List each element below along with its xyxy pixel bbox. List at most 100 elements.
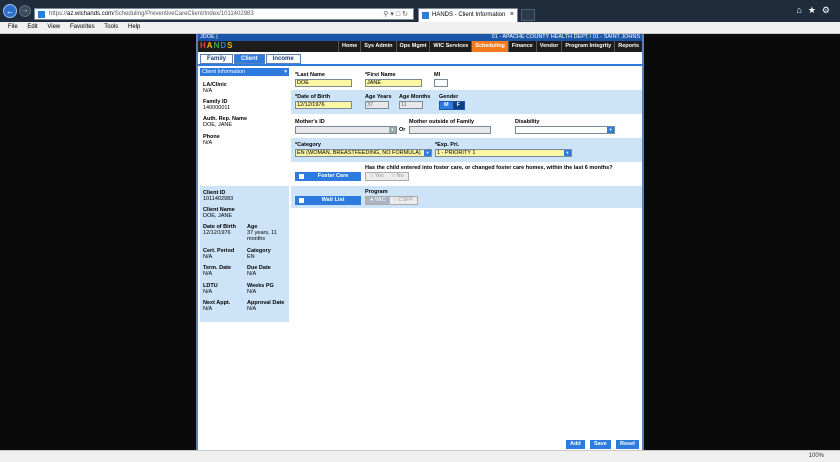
menu-file[interactable]: File: [8, 24, 18, 30]
sidebar-client-section: Client ID 1011402983 Client Name DOE, JANE…: [200, 186, 289, 322]
or-label: Or: [399, 127, 406, 133]
sidebar-ldtu: LDTU N/A: [203, 283, 218, 295]
nav-scheduling[interactable]: Scheduling: [471, 41, 508, 52]
age-months-label: Age Months: [399, 94, 431, 100]
menu-edit[interactable]: Edit: [27, 24, 37, 30]
menu-help[interactable]: Help: [128, 24, 140, 30]
age-years-label: Age Years: [365, 94, 392, 100]
sidebar-age: Age 37 years, 11 months: [247, 224, 277, 242]
window-controls[interactable]: ⌂★⚙: [796, 5, 836, 16]
save-button[interactable]: Save: [590, 440, 611, 449]
tab-family[interactable]: Family: [200, 54, 234, 64]
foster-yes-no-toggle: ○ Yes ○ No: [365, 172, 409, 181]
gender-toggle: M F: [439, 101, 465, 110]
program-wic-option[interactable]: ● WIC: [366, 197, 390, 204]
forward-arrow-icon[interactable]: →: [19, 5, 31, 17]
category-select[interactable]: EN (WOMAN, BREASTFEEDING, NO FORMULA) ▼: [295, 149, 432, 157]
chevron-down-icon: ▼: [607, 127, 614, 133]
sidebar-cert-period: Cert. Period N/A: [203, 248, 235, 260]
back-arrow-icon[interactable]: ←: [3, 4, 17, 18]
new-tab-button[interactable]: [521, 9, 535, 21]
home-icon: ⌂: [796, 5, 808, 15]
gender-f-option[interactable]: F: [452, 102, 464, 109]
exp-pri-label: *Exp. Pri.: [435, 142, 460, 148]
age-months-input[interactable]: 11: [399, 101, 423, 109]
mi-label: MI: [434, 72, 441, 78]
reset-button[interactable]: Reset: [616, 440, 639, 449]
foster-no-option[interactable]: ○ No: [387, 173, 408, 180]
category-label: *Category: [295, 142, 321, 148]
sidebar-next-appt: Next Appt. N/A: [203, 300, 231, 312]
sidebar-due-date: Due Date N/A: [247, 265, 271, 277]
gender-m-option[interactable]: M: [440, 102, 453, 109]
address-url: https://az.wichands.com/Scheduling/Preve…: [49, 11, 254, 17]
foster-yes-option[interactable]: ○ Yes: [366, 173, 388, 180]
search-icon: ⚲: [383, 11, 391, 18]
address-bar[interactable]: https://az.wichands.com/Scheduling/Preve…: [34, 8, 414, 20]
disability-label: Disability: [515, 119, 540, 125]
nav-reports[interactable]: Reports: [614, 41, 642, 52]
sidebar-approval-date: Approval Date N/A: [247, 300, 285, 312]
sidebar-la-clinic: LA/Clinic N/A: [203, 82, 227, 94]
disability-select[interactable]: ▼: [515, 126, 615, 134]
program-csfp-option[interactable]: ○ CSFP: [389, 197, 418, 204]
gender-label: Gender: [439, 94, 459, 100]
first-name-input[interactable]: JANE: [365, 79, 422, 87]
sidebar-phone: Phone N/A: [203, 134, 220, 146]
wait-list-checkbox[interactable]: Wait List: [295, 196, 361, 205]
refresh-icon: ↻: [402, 11, 410, 18]
tab-income[interactable]: Income: [265, 54, 301, 64]
nav-wic-services[interactable]: WIC Services: [429, 41, 471, 52]
main-nav-bar: HANDS Home Sys Admin Ops Mgmt WIC Servic…: [198, 41, 642, 52]
menu-tools[interactable]: Tools: [104, 24, 118, 30]
foster-care-checkbox[interactable]: Foster Care: [295, 172, 361, 181]
nav-finance[interactable]: Finance: [507, 41, 536, 52]
sidebar-term-date: Term. Date N/A: [203, 265, 232, 277]
exp-pri-select[interactable]: 1 - PRIORITY 1 ▼: [435, 149, 572, 157]
mother-outside-label: Mother outside of Family: [409, 119, 475, 125]
hands-app: JDOE | 01 - APACHE COUNTY HEALTH DEPT / …: [196, 34, 644, 450]
close-tab-icon[interactable]: ×: [510, 11, 514, 18]
dob-input[interactable]: 12/12/1976: [295, 101, 352, 109]
tab-client[interactable]: Client: [234, 54, 265, 64]
chevron-down-icon: ▼: [564, 150, 571, 156]
nav-home[interactable]: Home: [338, 41, 360, 52]
nav-vendor[interactable]: Vendor: [535, 41, 562, 52]
user-label: JDOE |: [200, 34, 218, 40]
browser-statusbar: 100%: [0, 450, 840, 462]
chevron-down-icon: ▼: [389, 127, 396, 133]
nav-ops-mgmt[interactable]: Ops Mgmt: [395, 41, 430, 52]
age-years-input[interactable]: 37: [365, 101, 389, 109]
browser-chrome: ← → https://az.wichands.com/Scheduling/P…: [0, 0, 840, 34]
program-label: Program: [365, 189, 388, 195]
last-name-input[interactable]: DOE: [295, 79, 352, 87]
gear-icon: ⚙: [821, 5, 836, 15]
sidebar-auth-rep: Auth. Rep. Name DOE, JANE: [203, 116, 248, 128]
address-actions[interactable]: ⚲▾□↻: [383, 10, 410, 18]
sidebar-category: Category EN: [247, 248, 271, 260]
zoom-level[interactable]: 100%: [809, 453, 824, 459]
sidebar-family-id: Family ID 140000011: [203, 99, 231, 111]
sidebar-dob: Date of Birth 12/12/1976: [203, 224, 236, 236]
nav-program-integrity[interactable]: Program Integrity: [561, 41, 614, 52]
chevron-down-icon: ▼: [424, 150, 431, 156]
browser-menubar: File Edit View Favorites Tools Help: [0, 22, 840, 34]
agency-clinic-label: 01 - APACHE COUNTY HEALTH DEPT / 01 - SA…: [491, 34, 640, 40]
first-name-label: *First Name: [365, 72, 396, 78]
sidebar-client-name: Client Name DOE, JANE: [203, 207, 235, 219]
nav-sys-admin[interactable]: Sys Admin: [360, 41, 395, 52]
browser-tab[interactable]: HANDS - Client Information ×: [418, 8, 518, 22]
add-button[interactable]: Add: [566, 440, 585, 449]
main-nav: Home Sys Admin Ops Mgmt WIC Services Sch…: [338, 41, 642, 52]
mothers-id-select[interactable]: ▼: [295, 126, 397, 134]
menu-favorites[interactable]: Favorites: [70, 24, 95, 30]
sidebar-header[interactable]: Client Information ▾: [200, 68, 289, 76]
menu-view[interactable]: View: [47, 24, 60, 30]
sidebar-family-section: LA/Clinic N/A Family ID 140000011 Auth. Re…: [200, 76, 289, 186]
mothers-id-label: Mother's ID: [295, 119, 325, 125]
mother-outside-input[interactable]: [409, 126, 491, 134]
sidebar-weeks-pg: Weeks PG N/A: [247, 283, 274, 295]
mi-input[interactable]: [434, 79, 448, 87]
star-icon: ★: [807, 5, 822, 15]
foster-question: Has the child entered into foster care, …: [365, 165, 613, 171]
